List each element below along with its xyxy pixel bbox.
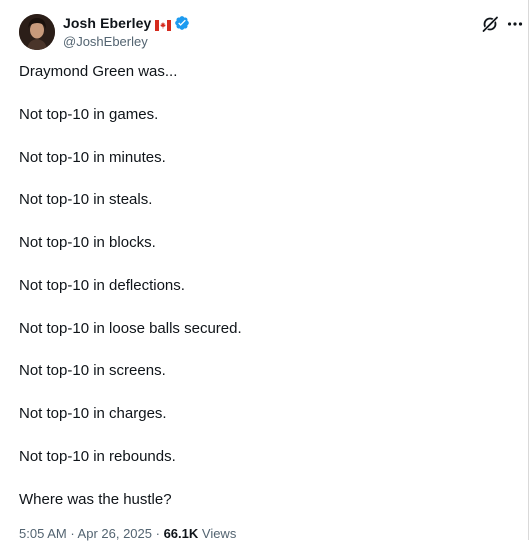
author-handle[interactable]: @JoshEberley (63, 34, 148, 49)
tweet-line: Draymond Green was... (19, 63, 178, 80)
author-display-name[interactable]: Josh Eberley (63, 15, 151, 31)
tweet-card: Josh Eberley @JoshEberley Draymond Green… (0, 0, 529, 541)
views-count[interactable]: 66.1K (164, 526, 199, 541)
author-name-row[interactable]: Josh Eberley (63, 14, 190, 32)
tweet-line: Not top-10 in loose balls secured. (19, 319, 242, 337)
meta-separator: · (66, 526, 78, 541)
canada-flag-icon (155, 18, 172, 31)
tweet-line: Not top-10 in minutes. (19, 148, 166, 166)
tweet-line: Not top-10 in blocks. (19, 234, 156, 251)
tweet-line: Not top-10 in screens. (19, 362, 166, 380)
tweet-line: Not top-10 in charges. (19, 405, 167, 422)
views-label: Views (198, 526, 237, 541)
grok-icon[interactable] (481, 15, 499, 33)
tweet-date[interactable]: Apr 26, 2025 (78, 526, 152, 541)
tweet-line: Not top-10 in games. (19, 105, 159, 123)
tweet-meta: 5:05 AM · Apr 26, 2025 · 66.1K Views (19, 526, 236, 541)
tweet-line: Where was the hustle? (19, 490, 172, 508)
tweet-line: Not top-10 in steals. (19, 191, 153, 209)
meta-separator: · (152, 526, 164, 541)
tweet-text: Draymond Green was... Not top-10 in game… (19, 62, 514, 532)
more-options-icon[interactable] (506, 15, 524, 33)
tweet-line: Not top-10 in rebounds. (19, 447, 176, 465)
avatar[interactable] (19, 14, 55, 50)
tweet-line: Not top-10 in deflections. (19, 276, 185, 294)
verified-badge-icon (174, 15, 190, 31)
tweet-time[interactable]: 5:05 AM (19, 526, 67, 541)
